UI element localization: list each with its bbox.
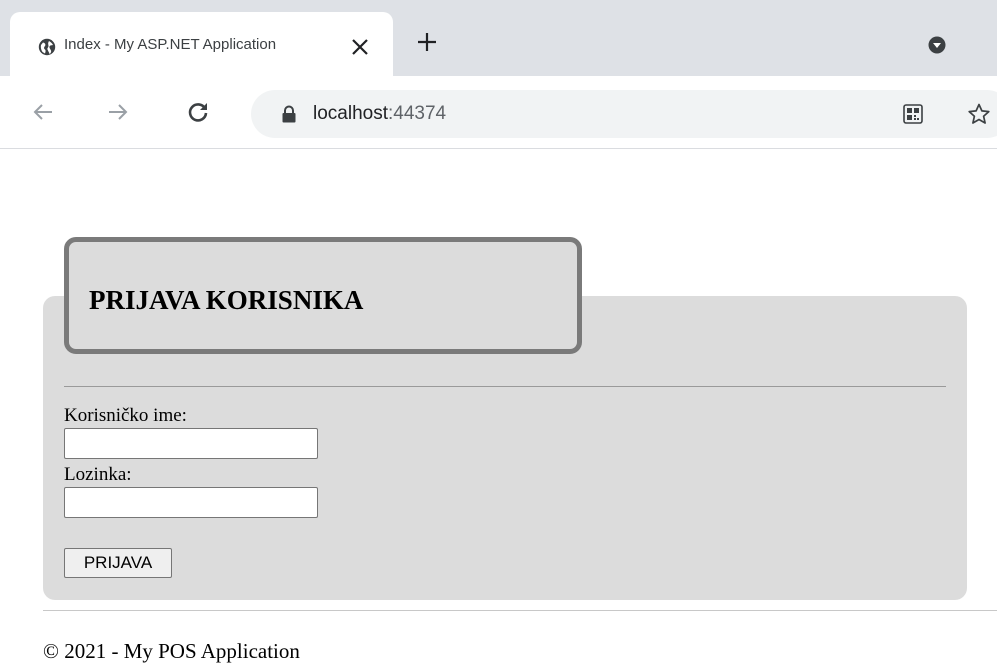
panel-divider	[64, 386, 946, 387]
url-port: :44374	[388, 103, 447, 124]
star-icon[interactable]	[967, 102, 991, 126]
password-label: Lozinka:	[64, 464, 132, 485]
address-bar[interactable]: localhost:44374	[251, 90, 997, 138]
login-button[interactable]: PRIJAVA	[64, 548, 172, 578]
password-input[interactable]	[64, 487, 318, 518]
lock-icon[interactable]	[281, 105, 297, 123]
footer-divider	[43, 610, 997, 611]
browser-toolbar: localhost:44374	[0, 76, 997, 149]
forward-arrow-icon[interactable]	[106, 100, 130, 124]
username-label: Korisničko ime:	[64, 405, 187, 426]
profile-icon[interactable]	[928, 36, 946, 54]
tab-title: Index - My ASP.NET Application	[64, 36, 277, 53]
reload-icon[interactable]	[186, 100, 210, 124]
page-title: PRIJAVA KORISNIKA	[89, 285, 364, 315]
globe-icon	[38, 38, 56, 56]
qr-code-icon[interactable]	[903, 104, 923, 124]
username-input[interactable]	[64, 428, 318, 459]
close-icon[interactable]	[350, 37, 370, 57]
footer-text: © 2021 - My POS Application	[43, 639, 300, 663]
browser-tab[interactable]: Index - My ASP.NET Application	[10, 12, 393, 76]
back-arrow-icon[interactable]	[31, 100, 55, 124]
plus-icon[interactable]	[417, 32, 437, 52]
url-host: localhost	[313, 103, 388, 124]
login-title-box: PRIJAVA KORISNIKA	[64, 237, 582, 354]
url-text[interactable]: localhost:44374	[313, 102, 446, 126]
browser-tab-strip: Index - My ASP.NET Application	[0, 0, 997, 76]
